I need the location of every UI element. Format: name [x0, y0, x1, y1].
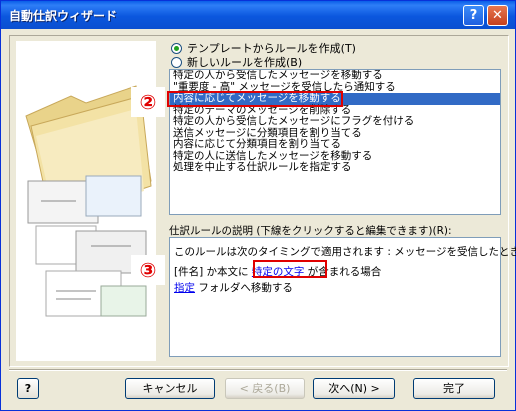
- radio-from-template[interactable]: テンプレートからルールを作成(T): [171, 41, 356, 55]
- annotation-highlight-selected-item: [167, 91, 343, 107]
- radio-button[interactable]: [171, 56, 182, 68]
- description-line-3: 指定 フォルダへ移動する: [174, 280, 293, 295]
- description-label: 仕訳ルールの説明 (下線をクリックすると編集できます)(R):: [169, 225, 452, 237]
- window-title: 自動仕訳ウィザード: [9, 9, 118, 23]
- annotation-marker-3: ③: [131, 255, 165, 285]
- envelope-icon: [27, 175, 147, 317]
- finish-button[interactable]: 完了: [413, 378, 495, 399]
- help-button[interactable]: ?: [17, 378, 39, 399]
- annotation-marker-2: ②: [131, 87, 165, 117]
- description-line-1: このルールは次のタイミングで適用されます : メッセージを受信したとき: [174, 246, 516, 258]
- radio-button-selected[interactable]: [171, 42, 182, 54]
- annotation-highlight-link: [253, 260, 327, 278]
- help-title-button[interactable]: ?: [463, 5, 484, 26]
- list-item[interactable]: 処理を中止する仕訳ルールを指定する: [170, 161, 500, 174]
- wizard-window: 自動仕訳ウィザード ? ✕ テンプレートからルールを作成(T) 新しいルールを作…: [0, 0, 516, 411]
- close-button[interactable]: ✕: [487, 5, 508, 26]
- description-prefix: [件名] か本文に: [174, 266, 249, 278]
- move-to-folder-text: フォルダへ移動する: [198, 282, 293, 294]
- radio-new-rule[interactable]: 新しいルールを作成(B): [171, 55, 302, 69]
- title-bar: 自動仕訳ウィザード ? ✕: [1, 1, 515, 29]
- rule-description-box: このルールは次のタイミングで適用されます : メッセージを受信したとき [件名]…: [169, 237, 516, 357]
- list-item[interactable]: 特定の人から受信したメッセージを移動する: [170, 70, 500, 82]
- cancel-button[interactable]: キャンセル: [125, 378, 215, 399]
- folder-specify-link[interactable]: 指定: [174, 282, 195, 294]
- radio-new-rule-label: 新しいルールを作成(B): [187, 56, 303, 69]
- button-separator: [9, 369, 507, 371]
- back-button[interactable]: < 戻る(B): [225, 378, 305, 399]
- next-button[interactable]: 次へ(N) >: [313, 378, 395, 399]
- list-item[interactable]: 特定の人から受信したメッセージにフラグを付ける: [170, 115, 500, 128]
- list-item[interactable]: 内容に応じて分類項目を割り当てる: [170, 138, 500, 151]
